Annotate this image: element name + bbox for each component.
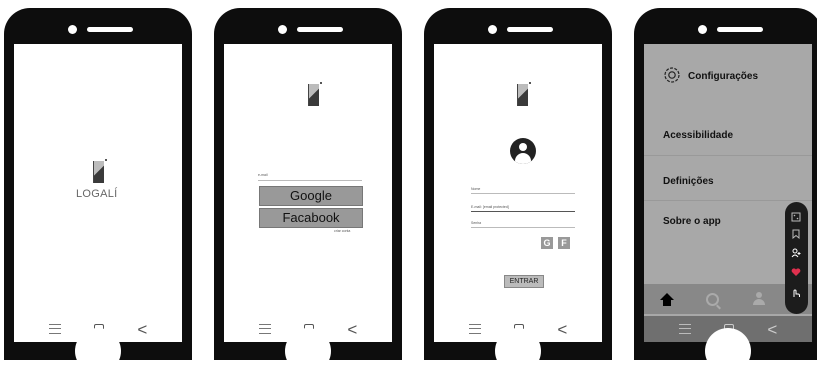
login-screen: e-mail Google Facabook criar conta < [224, 44, 392, 342]
camera-dot [488, 25, 497, 34]
google-small-button[interactable]: G [541, 237, 553, 249]
menu-icon[interactable] [48, 324, 61, 334]
profile-tab-icon[interactable] [752, 292, 766, 306]
speaker-bar [87, 27, 133, 32]
heart-icon[interactable] [791, 267, 801, 277]
phone-register: Nome E-mail: [email protected] Senha G F… [424, 8, 612, 374]
back-icon[interactable]: < [137, 321, 147, 338]
home-button[interactable] [495, 328, 541, 374]
email-field[interactable] [471, 211, 575, 212]
phone-settings: Configurações Acessibilidade Definições … [634, 8, 817, 374]
facebook-button[interactable]: Facabook [259, 208, 363, 228]
home-button[interactable] [285, 328, 331, 374]
logo-icon [93, 159, 107, 183]
menu-icon[interactable] [258, 324, 271, 334]
back-icon[interactable]: < [347, 321, 357, 338]
touch-icon[interactable] [791, 288, 801, 298]
back-icon[interactable]: < [557, 321, 567, 338]
menu-item-about[interactable]: Sobre o app [663, 216, 721, 227]
brand-text: LOGALÍ [76, 188, 118, 200]
logo-icon [517, 82, 531, 106]
settings-screen: Configurações Acessibilidade Definições … [644, 44, 812, 342]
menu-item-definitions[interactable]: Definições [663, 176, 714, 187]
create-account-link[interactable]: criar conta [334, 229, 350, 233]
divider [644, 155, 812, 156]
name-label: Nome [471, 187, 481, 191]
settings-title: Configurações [688, 71, 759, 82]
divider [644, 200, 812, 201]
password-field[interactable] [471, 227, 575, 228]
bookmark-icon[interactable] [791, 229, 801, 239]
email-value: E-mail: [email protected] [471, 205, 509, 209]
speaker-bar [507, 27, 553, 32]
camera-dot [698, 25, 707, 34]
phone-splash: LOGALÍ < [4, 8, 192, 374]
enter-button[interactable]: ENTRAR [504, 275, 544, 288]
splash-screen: LOGALÍ < [14, 44, 182, 342]
speaker-bar [717, 27, 763, 32]
speaker-bar [297, 27, 343, 32]
name-field[interactable] [471, 193, 575, 194]
home-button[interactable] [75, 328, 121, 374]
search-tab-icon[interactable] [706, 292, 720, 306]
facebook-small-button[interactable]: F [558, 237, 570, 249]
add-user-icon[interactable] [791, 248, 801, 258]
home-button[interactable] [705, 328, 751, 374]
back-icon[interactable]: < [767, 321, 777, 338]
grid-icon[interactable] [791, 212, 801, 222]
google-button[interactable]: Google [259, 186, 363, 206]
email-label: e-mail [258, 173, 268, 177]
register-screen: Nome E-mail: [email protected] Senha G F… [434, 44, 602, 342]
logo-icon [308, 82, 322, 106]
password-label: Senha [471, 221, 482, 225]
gear-icon [664, 67, 680, 83]
avatar-icon[interactable] [510, 138, 536, 164]
camera-dot [68, 25, 77, 34]
floating-action-panel [785, 202, 808, 314]
menu-icon[interactable] [678, 324, 691, 334]
menu-item-accessibility[interactable]: Acessibilidade [663, 130, 733, 141]
phone-login: e-mail Google Facabook criar conta < [214, 8, 402, 374]
email-field[interactable] [258, 180, 362, 181]
home-tab-icon[interactable] [660, 292, 675, 306]
menu-icon[interactable] [468, 324, 481, 334]
camera-dot [278, 25, 287, 34]
